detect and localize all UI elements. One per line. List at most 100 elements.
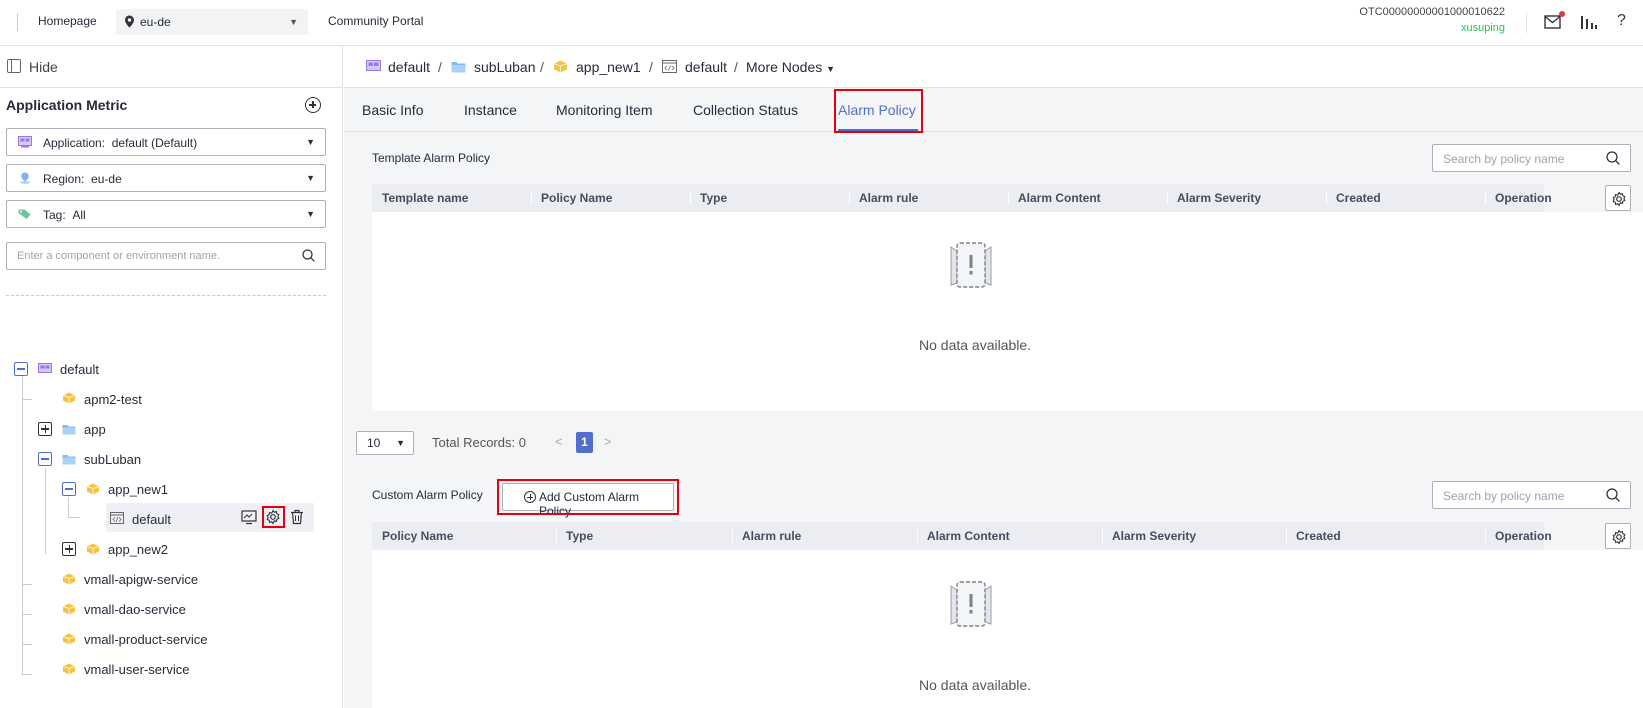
collapse-toggle-icon[interactable] <box>14 362 28 376</box>
expand-toggle-icon[interactable] <box>38 422 52 436</box>
table-settings-button[interactable] <box>1605 185 1631 211</box>
collapse-toggle-icon[interactable] <box>62 482 76 496</box>
tree-node-vmall-user-service[interactable]: vmall-user-service <box>84 662 189 677</box>
search-icon[interactable] <box>302 249 315 262</box>
empty-state-icon <box>950 581 992 627</box>
prev-page-button[interactable]: < <box>555 434 563 449</box>
breadcrumb-item[interactable]: default <box>388 59 430 75</box>
column-header: Created <box>1336 191 1381 205</box>
tab-basic-info[interactable]: Basic Info <box>362 102 423 118</box>
tree-line <box>22 369 23 675</box>
account-id[interactable]: OTC00000000001000010622 <box>1359 6 1505 18</box>
tag-select[interactable]: Tag: All ▼ <box>6 200 326 228</box>
tag-icon <box>18 209 31 219</box>
template-table-body: No data available. <box>372 212 1643 411</box>
empty-state-icon <box>950 242 992 288</box>
column-header: Template name <box>382 191 469 205</box>
tree-node-vmall-dao-service[interactable]: vmall-dao-service <box>84 602 186 617</box>
community-portal-link[interactable]: Community Portal <box>328 14 423 28</box>
page-size-select[interactable]: 10 ▼ <box>356 431 414 455</box>
collapse-toggle-icon[interactable] <box>38 452 52 466</box>
trash-icon[interactable] <box>289 509 305 525</box>
location-pin-icon <box>125 15 134 28</box>
custom-search-input[interactable]: Search by policy name <box>1432 481 1631 509</box>
tree-node-vmall-product-service[interactable]: vmall-product-service <box>84 632 208 647</box>
component-search-input[interactable]: Enter a component or environment name. <box>6 242 326 270</box>
application-icon <box>366 60 381 71</box>
region-pin-icon <box>20 172 30 184</box>
table-settings-button[interactable] <box>1605 523 1631 549</box>
application-value: default (Default) <box>111 136 198 150</box>
next-page-button[interactable]: > <box>604 434 612 449</box>
tree-node-default-env[interactable]: default <box>132 512 171 527</box>
tree-node-apm2-test[interactable]: apm2-test <box>84 392 142 407</box>
search-icon[interactable] <box>1606 488 1620 502</box>
column-divider <box>1326 191 1327 205</box>
column-divider <box>1286 529 1287 543</box>
tree-line <box>68 517 80 518</box>
tab-monitoring-item[interactable]: Monitoring Item <box>556 102 652 118</box>
tree-node-vmall-apigw-service[interactable]: vmall-apigw-service <box>84 572 198 587</box>
chevron-down-icon: ▼ <box>306 137 315 147</box>
application-select[interactable]: Application: default (Default) ▼ <box>6 128 326 156</box>
tab-instance[interactable]: Instance <box>464 102 517 118</box>
breadcrumb-separator: / <box>540 59 544 75</box>
region-filter-select[interactable]: Region: eu-de ▼ <box>6 164 326 192</box>
tree-node-default-root[interactable]: default <box>60 362 99 377</box>
region-selector[interactable]: eu-de ▼ <box>116 9 308 35</box>
page-size-value: 10 <box>367 436 381 450</box>
column-header: Type <box>566 529 594 543</box>
tree-line <box>22 584 32 585</box>
add-circle-icon[interactable] <box>305 97 321 113</box>
tree-node-subluban[interactable]: subLuban <box>84 452 141 467</box>
template-search-input[interactable]: Search by policy name <box>1432 144 1631 172</box>
more-nodes-dropdown[interactable]: More Nodes ▼ <box>746 59 835 75</box>
help-icon[interactable]: ? <box>1617 12 1626 30</box>
environment-code-icon <box>110 512 124 524</box>
tab-collection-status[interactable]: Collection Status <box>693 102 798 118</box>
column-divider <box>1167 191 1168 205</box>
divider <box>17 13 18 31</box>
username[interactable]: xusuping <box>1461 22 1505 34</box>
custom-section-title: Custom Alarm Policy <box>372 488 483 502</box>
current-page[interactable]: 1 <box>576 432 593 453</box>
breadcrumb-item[interactable]: subLuban <box>474 59 536 75</box>
highlight-box <box>497 479 679 515</box>
chevron-down-icon: ▼ <box>289 17 298 27</box>
template-section-title: Template Alarm Policy <box>372 151 491 165</box>
application-icon <box>18 136 32 148</box>
tab-bar: Basic Info Instance Monitoring Item Coll… <box>344 88 1643 133</box>
folder-icon <box>62 455 76 465</box>
column-header: Operation <box>1495 191 1552 205</box>
expand-toggle-icon[interactable] <box>62 542 76 556</box>
hide-label[interactable]: Hide <box>29 59 58 75</box>
breadcrumb-item[interactable]: app_new1 <box>576 59 641 75</box>
column-header: Alarm Severity <box>1112 529 1197 543</box>
column-divider <box>1485 529 1486 543</box>
hide-panel-row[interactable]: Hide <box>0 46 343 88</box>
monitor-icon[interactable] <box>241 509 257 525</box>
column-header: Alarm rule <box>859 191 919 205</box>
homepage-link[interactable]: Homepage <box>38 14 97 28</box>
collapse-panel-icon[interactable] <box>7 59 21 73</box>
mail-icon[interactable] <box>1544 15 1561 29</box>
tree-node-app[interactable]: app <box>84 422 106 437</box>
resource-bars-icon[interactable] <box>1580 14 1598 30</box>
region-filter-value: eu-de <box>91 172 122 186</box>
tree-node-app-new1[interactable]: app_new1 <box>108 482 168 497</box>
gear-icon <box>1612 191 1626 207</box>
breadcrumb: default / subLuban / app_new1 / default … <box>344 46 1643 88</box>
highlight-box <box>262 506 285 528</box>
tag-value: All <box>72 208 86 222</box>
column-header: Policy Name <box>541 191 613 205</box>
notification-dot <box>1559 11 1565 17</box>
column-header: Alarm rule <box>742 529 802 543</box>
component-cube-icon <box>62 663 76 675</box>
breadcrumb-item[interactable]: default <box>685 59 727 75</box>
custom-table-header: Policy Name Type Alarm rule Alarm Conten… <box>372 522 1552 550</box>
tree-node-app-new2[interactable]: app_new2 <box>108 542 168 557</box>
search-icon[interactable] <box>1606 151 1620 165</box>
column-header: Operation <box>1495 529 1552 543</box>
divider <box>6 295 326 296</box>
column-divider <box>1485 191 1486 205</box>
